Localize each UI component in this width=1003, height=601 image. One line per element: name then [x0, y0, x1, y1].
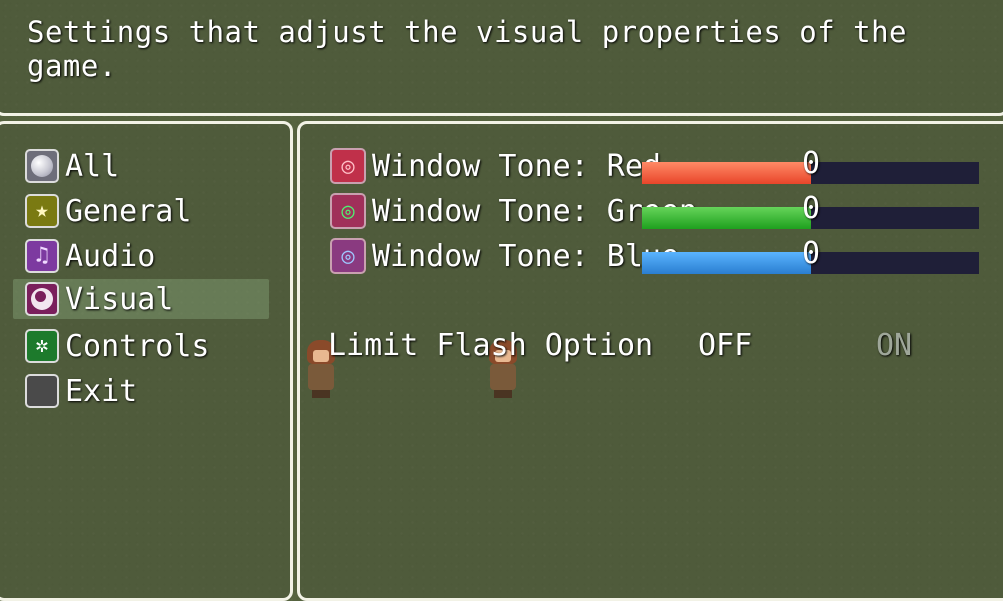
harp-icon: ♫: [25, 239, 59, 273]
limit-flash-label: Limit Flash Option: [328, 328, 654, 363]
gauge-value: 0: [802, 146, 821, 181]
option-window-tone-blue[interactable]: ◎ Window Tone: Blue: [330, 236, 679, 276]
gauge-fill: [642, 162, 811, 184]
gauge-value: 0: [802, 191, 821, 226]
gauge-value: 0: [802, 236, 821, 271]
tone-blue-icon: ◎: [330, 238, 366, 274]
menu-item-controls[interactable]: ✲ Controls: [25, 326, 265, 366]
tone-red-icon: ◎: [330, 148, 366, 184]
orb-icon: [25, 149, 59, 183]
menu-item-label: Audio: [65, 238, 156, 274]
menu-item-audio[interactable]: ♫ Audio: [25, 236, 265, 276]
blank-icon: [25, 374, 59, 408]
option-label: Window Tone: Red: [372, 148, 661, 184]
option-window-tone-red[interactable]: ◎ Window Tone: Red: [330, 146, 661, 186]
category-menu: All ★ General ♫ Audio Visual ✲ Controls …: [0, 121, 293, 601]
gauge-fill: [642, 207, 811, 229]
menu-item-exit[interactable]: Exit: [25, 371, 265, 411]
help-text: Settings that adjust the visual properti…: [27, 15, 908, 83]
option-label: Window Tone: Blue: [372, 238, 680, 274]
gear-icon: ✲: [25, 329, 59, 363]
options-window: ◎ Window Tone: Red 0 ◎ Window Tone: Gree…: [297, 121, 1003, 601]
menu-item-label: Controls: [65, 328, 210, 364]
gauge-fill: [642, 252, 811, 274]
flash-on-option[interactable]: ON: [876, 328, 912, 363]
help-window: Settings that adjust the visual properti…: [0, 0, 1003, 116]
star-icon: ★: [25, 194, 59, 228]
menu-item-all[interactable]: All: [25, 146, 265, 186]
tone-green-icon: ◎: [330, 193, 366, 229]
eye-icon: [25, 282, 59, 316]
menu-item-label: All: [65, 148, 120, 184]
flash-off-option[interactable]: OFF: [698, 328, 752, 363]
menu-item-label: Exit: [65, 373, 138, 409]
menu-item-label: Visual: [65, 281, 174, 317]
menu-item-general[interactable]: ★ General: [25, 191, 265, 231]
menu-item-label: General: [65, 193, 192, 229]
menu-item-visual[interactable]: Visual: [13, 279, 269, 319]
